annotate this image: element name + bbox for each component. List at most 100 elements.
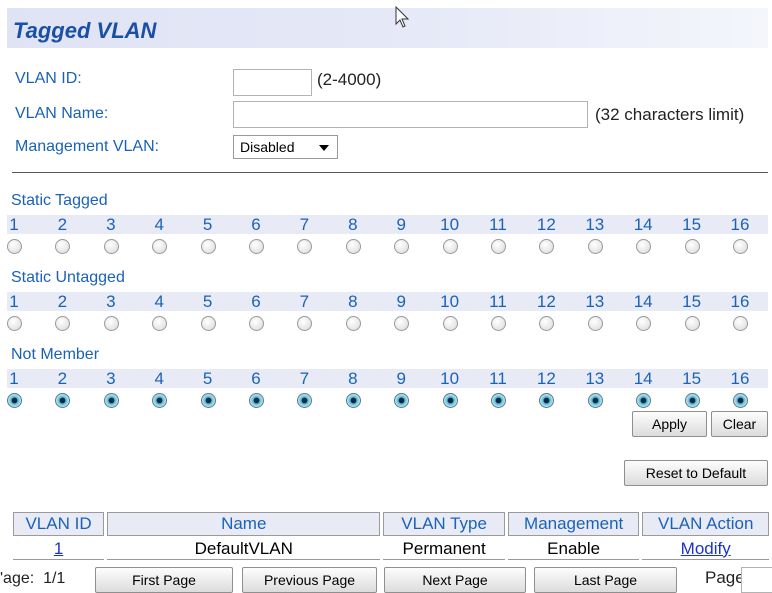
- col-vlan-action: VLAN Action: [642, 512, 769, 536]
- port-radio[interactable]: [587, 393, 603, 408]
- port-radio[interactable]: [7, 316, 22, 331]
- port-radio[interactable]: [55, 316, 71, 331]
- row-management: Enable: [507, 538, 640, 560]
- port-radio[interactable]: [7, 239, 22, 254]
- port-radio[interactable]: [442, 316, 458, 331]
- port-radio[interactable]: [733, 239, 748, 254]
- port-radio[interactable]: [345, 239, 361, 254]
- port-number-row: 1 2 3 4 5 6 7 8 9 10 11 12 13 14 15 16: [7, 369, 768, 388]
- port-radio[interactable]: [394, 239, 410, 254]
- port-radio[interactable]: [539, 239, 555, 254]
- port-radio[interactable]: [152, 393, 168, 408]
- port-radio[interactable]: [55, 239, 71, 254]
- port-number: 14: [633, 369, 653, 388]
- divider: [12, 172, 768, 173]
- apply-button[interactable]: Apply: [632, 411, 707, 437]
- table-row: 1 DefaultVLAN Permanent Enable Modify: [13, 538, 769, 560]
- port-number: 6: [251, 215, 261, 234]
- title-bar: Tagged VLAN: [7, 8, 768, 48]
- port-number: 1: [9, 369, 19, 388]
- port-radio[interactable]: [684, 316, 700, 331]
- port-radio[interactable]: [442, 393, 458, 408]
- port-radio[interactable]: [345, 316, 361, 331]
- port-radio[interactable]: [684, 393, 700, 408]
- port-radio[interactable]: [539, 316, 555, 331]
- vlan-name-input[interactable]: [233, 101, 588, 128]
- port-number: 11: [489, 292, 507, 311]
- port-radio[interactable]: [55, 393, 71, 408]
- port-number: 2: [57, 215, 68, 234]
- port-radio[interactable]: [733, 393, 748, 408]
- port-radio[interactable]: [200, 316, 216, 331]
- port-radio[interactable]: [587, 316, 603, 331]
- port-radio[interactable]: [684, 239, 700, 254]
- port-number: 12: [536, 292, 556, 311]
- port-number: 15: [682, 215, 702, 234]
- port-radio[interactable]: [249, 393, 264, 408]
- port-radio[interactable]: [491, 239, 506, 254]
- page-title: Tagged VLAN: [13, 18, 157, 43]
- port-radio[interactable]: [636, 393, 652, 408]
- port-radio[interactable]: [297, 393, 313, 408]
- port-radio[interactable]: [491, 393, 506, 408]
- port-number: 10: [440, 369, 460, 388]
- port-number: 11: [489, 215, 507, 234]
- port-number: 1: [9, 292, 19, 311]
- vlan-id-input[interactable]: [233, 69, 312, 96]
- port-radio[interactable]: [394, 316, 410, 331]
- port-number: 8: [348, 369, 358, 388]
- port-number: 5: [202, 292, 213, 311]
- port-number: 14: [633, 215, 653, 234]
- port-radio[interactable]: [394, 393, 410, 408]
- port-number: 7: [299, 369, 310, 388]
- port-radio[interactable]: [636, 239, 652, 254]
- port-radio[interactable]: [587, 239, 603, 254]
- vlan-name-label: VLAN Name:: [15, 105, 109, 122]
- port-number: 8: [348, 292, 358, 311]
- management-vlan-select[interactable]: Disabled: [233, 135, 338, 159]
- port-number: 16: [730, 215, 750, 234]
- port-radio[interactable]: [733, 316, 748, 331]
- port-radio[interactable]: [200, 393, 216, 408]
- port-number: 9: [396, 369, 406, 388]
- page-number-input[interactable]: [741, 567, 772, 593]
- port-number: 16: [730, 369, 750, 388]
- vlan-id-link[interactable]: 1: [54, 539, 63, 558]
- port-radio[interactable]: [297, 316, 313, 331]
- port-radio[interactable]: [491, 316, 506, 331]
- management-vlan-value: Disabled: [240, 139, 295, 155]
- reset-to-default-button[interactable]: Reset to Default: [624, 460, 768, 486]
- port-radio[interactable]: [249, 316, 264, 331]
- last-page-button[interactable]: Last Page: [534, 567, 677, 593]
- port-radio[interactable]: [249, 239, 264, 254]
- port-number: 13: [585, 292, 605, 311]
- port-radio[interactable]: [103, 393, 119, 408]
- chevron-down-icon: [319, 145, 329, 151]
- port-radio[interactable]: [345, 393, 361, 408]
- port-radio[interactable]: [442, 239, 458, 254]
- port-radio[interactable]: [152, 239, 168, 254]
- col-vlan-id: VLAN ID: [13, 512, 105, 536]
- port-radio[interactable]: [152, 316, 168, 331]
- section-label: Not Member: [11, 346, 100, 363]
- clear-button[interactable]: Clear: [711, 411, 768, 437]
- port-number: 14: [633, 292, 653, 311]
- port-number-row: 1 2 3 4 5 6 7 8 9 10 11 12 13 14 15 16: [7, 292, 768, 311]
- port-number: 4: [154, 369, 164, 388]
- vlan-table: VLAN ID Name VLAN Type Management VLAN A…: [10, 510, 772, 562]
- port-radio[interactable]: [539, 393, 555, 408]
- port-radio[interactable]: [200, 239, 216, 254]
- port-radio[interactable]: [636, 316, 652, 331]
- next-page-button[interactable]: Next Page: [384, 567, 526, 593]
- port-number: 16: [730, 292, 750, 311]
- first-page-button[interactable]: First Page: [95, 567, 233, 593]
- modify-link[interactable]: Modify: [681, 539, 731, 558]
- page-info: 'age: 1/1: [0, 570, 66, 587]
- port-radio[interactable]: [103, 239, 119, 254]
- port-radio[interactable]: [103, 316, 119, 331]
- port-number: 12: [536, 215, 556, 234]
- port-number: 7: [299, 292, 310, 311]
- port-radio[interactable]: [297, 239, 313, 254]
- port-radio[interactable]: [7, 393, 22, 408]
- previous-page-button[interactable]: Previous Page: [242, 567, 377, 593]
